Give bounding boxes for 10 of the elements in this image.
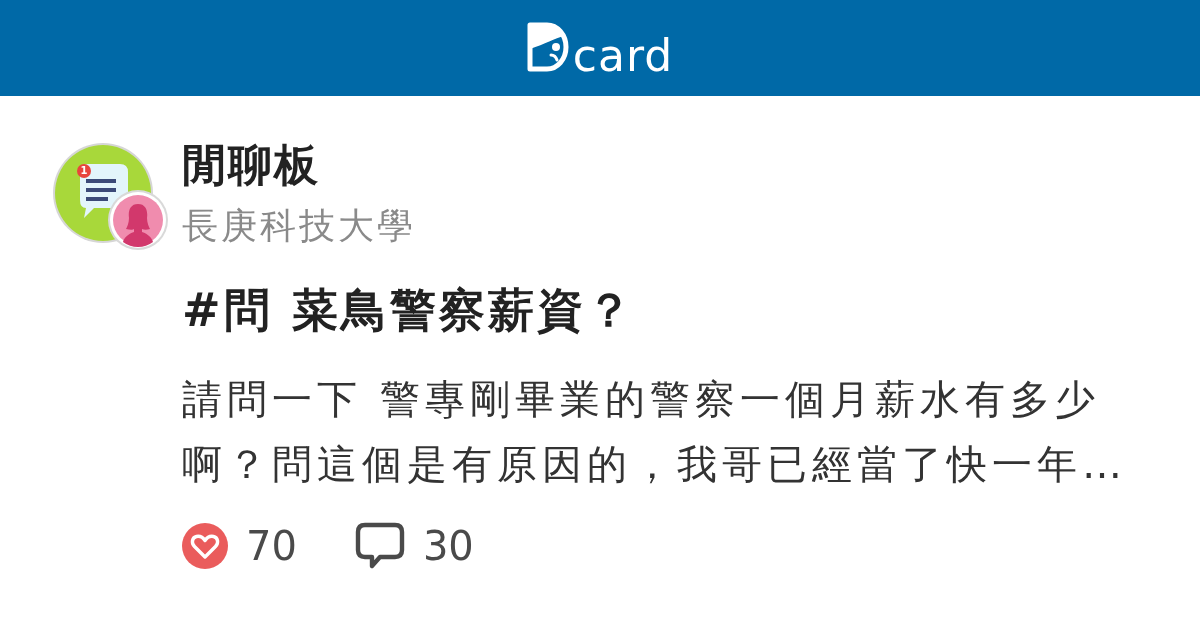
stat-count: 70	[246, 522, 297, 571]
face-logo-icon	[526, 22, 569, 72]
user-silhouette-icon	[108, 190, 168, 250]
school-name: 長庚科技大學	[182, 204, 416, 248]
forum-name[interactable]: 閒聊板	[182, 140, 320, 190]
logo-text: card	[572, 34, 674, 78]
post-title[interactable]: #問 菜鳥警察薪資？	[182, 284, 635, 336]
stat-count: 30	[422, 522, 474, 571]
post-excerpt: 請問一下 警專剛畢業的警察一個月薪水有多少啊？問這個是有原因的，我哥已經當了快一年…	[182, 375, 1128, 489]
comment-icon	[354, 522, 405, 570]
